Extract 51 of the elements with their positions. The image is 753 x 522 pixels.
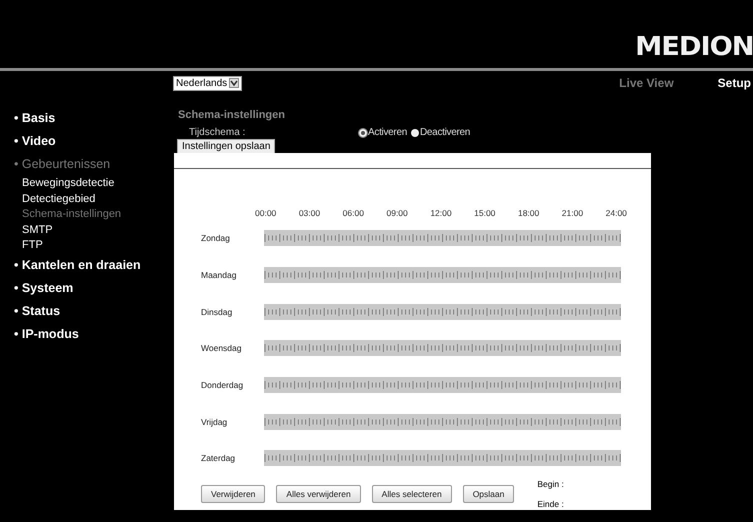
sidebar-item[interactable]: • Video — [14, 134, 174, 148]
sidebar-subitem[interactable]: Schema-instellingen — [14, 207, 174, 222]
day-label: Zondag — [200, 233, 231, 244]
hour-label: 12:00 — [430, 208, 452, 218]
hour-label: 09:00 — [386, 208, 408, 218]
action-button[interactable]: Alles verwijderen — [276, 484, 361, 503]
begin-label: Begin : — [537, 478, 564, 489]
sidebar-item[interactable]: • Status — [14, 304, 174, 318]
radio-option[interactable]: Deactiveren — [411, 127, 470, 138]
logo: MEDION — [635, 32, 753, 62]
day-label: Maandag — [200, 270, 238, 280]
hour-label: 18:00 — [518, 208, 540, 218]
section-title: Schema-instellingen — [178, 109, 286, 121]
sidebar-subitem[interactable]: SMTP — [14, 222, 174, 238]
end-label: Einde : — [537, 498, 564, 509]
hour-label: 06:00 — [342, 208, 364, 218]
schedule-bar[interactable] — [264, 340, 621, 356]
hour-label: 24:00 — [606, 208, 627, 218]
sidebar-item[interactable]: • IP-modus — [14, 326, 174, 340]
hour-label: 15:00 — [474, 208, 496, 218]
day-label: Donderdag — [200, 380, 244, 390]
day-label: Woensdag — [200, 343, 242, 354]
caret-icon — [229, 78, 240, 88]
action-button[interactable]: Verwijderen — [201, 484, 266, 503]
sidebar-item[interactable]: • Gebeurtenissen — [14, 157, 174, 171]
nav-link[interactable]: Setup — [718, 76, 751, 90]
action-button[interactable]: Alles selecteren — [372, 484, 452, 503]
day-label: Zaterdag — [200, 453, 236, 464]
schedule-bar[interactable] — [264, 230, 621, 246]
language-select[interactable]: Nederlands — [173, 76, 242, 90]
sidebar-item[interactable]: • Basis — [14, 111, 174, 125]
sidebar-item[interactable]: • Systeem — [14, 280, 174, 294]
field-label: Tijdschema : — [189, 127, 246, 138]
hour-label: 00:00 — [255, 208, 276, 218]
hour-label: 21:00 — [562, 208, 584, 218]
schedule-bar[interactable] — [264, 414, 621, 430]
sidebar-item[interactable]: • Kantelen en draaien — [14, 258, 174, 272]
sidebar-subitem[interactable]: Bewegingsdetectie — [14, 176, 174, 192]
action-button[interactable]: Opslaan — [462, 484, 514, 503]
sidebar-subitem[interactable]: Detectiegebied — [14, 192, 174, 207]
schedule-bar[interactable] — [264, 377, 621, 394]
schedule-bar[interactable] — [264, 450, 621, 466]
schedule-bar[interactable] — [264, 267, 621, 284]
sidebar-subitem[interactable]: FTP — [14, 238, 174, 254]
nav-link[interactable]: Live View — [619, 76, 674, 90]
hour-label: 03:00 — [298, 208, 320, 218]
day-label: Dinsdag — [200, 306, 234, 317]
save-settings-button[interactable]: Instellingen opslaan — [177, 139, 276, 153]
radio-option[interactable]: Activeren — [359, 127, 407, 138]
schedule-bar[interactable] — [264, 304, 621, 320]
day-label: Vrijdag — [200, 416, 228, 427]
